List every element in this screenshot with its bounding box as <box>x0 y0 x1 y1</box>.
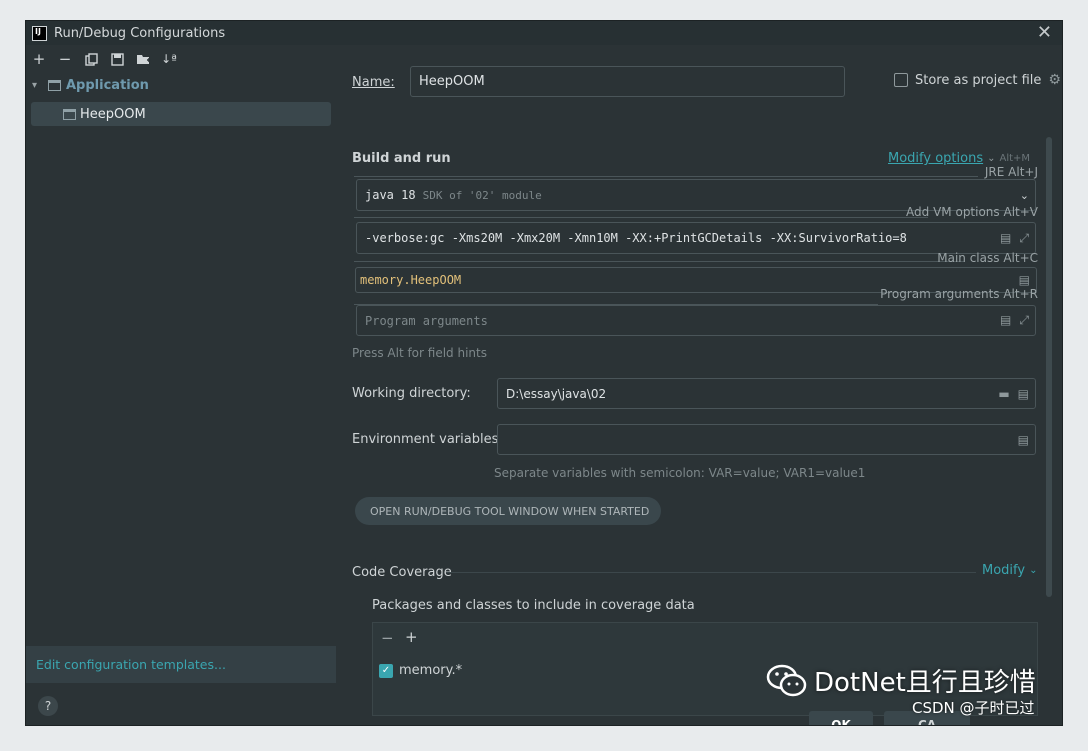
program-args-icons: ▤ ⤢ <box>1000 313 1029 328</box>
modify-coverage-link[interactable]: Modify ⌄ <box>982 563 1037 578</box>
vm-hint: Add VM options Alt+V <box>906 205 1038 219</box>
store-checkbox[interactable] <box>894 73 908 87</box>
save-icon[interactable] <box>104 48 130 70</box>
working-dir-input[interactable]: D:\essay\java\02 ▬ ▤ <box>497 378 1036 409</box>
config-tree: ▾ Application HeepOOM <box>26 73 336 685</box>
code-coverage-title: Code Coverage <box>352 565 452 580</box>
chevron-down-icon[interactable]: ⌄ <box>1020 189 1029 202</box>
modify-options-label: Modify options <box>888 151 984 166</box>
checkbox-checked-icon[interactable]: ✓ <box>379 663 393 678</box>
minus-icon[interactable]: − <box>381 629 394 647</box>
program-args-placeholder: Program arguments <box>365 313 488 328</box>
title-bar: IJ Run/Debug Configurations ✕ <box>26 21 1062 45</box>
vm-field-icons: ▤ ⤢ <box>1000 231 1029 246</box>
open-tool-window-option[interactable]: OPEN RUN/DEBUG TOOL WINDOW WHEN STARTED <box>355 497 661 525</box>
edit-templates-link[interactable]: Edit configuration templates... <box>26 646 336 683</box>
jre-value: java 18 <box>365 188 416 202</box>
folder-icon[interactable]: ▬ <box>998 387 1009 401</box>
modify-label: Modify <box>982 563 1026 578</box>
watermark-sub: CSDN @子时已过 <box>912 699 1035 717</box>
config-editor: Name: HeepOOM Store as project file ⚙ Bu… <box>336 47 1062 725</box>
working-dir-label: Working directory: <box>352 386 471 401</box>
env-help: Separate variables with semicolon: VAR=v… <box>494 466 866 480</box>
name-input[interactable]: HeepOOM <box>410 66 845 97</box>
main-class-value: memory.HeepOOM <box>360 273 462 287</box>
tree-item-label: HeepOOM <box>80 106 146 122</box>
chevron-down-icon[interactable]: ▾ <box>32 80 44 91</box>
copy-icon[interactable] <box>78 48 104 70</box>
add-icon[interactable]: + <box>26 48 52 70</box>
build-run-title: Build and run <box>352 151 451 166</box>
gear-icon[interactable]: ⚙ <box>1048 72 1061 88</box>
intellij-icon: IJ <box>32 25 47 41</box>
close-icon[interactable]: ✕ <box>1037 22 1052 43</box>
application-icon <box>63 108 76 120</box>
ok-button[interactable]: OK <box>809 711 873 725</box>
vm-options-input[interactable]: -verbose:gc -Xms20M -Xmx20M -Xmn10M -XX:… <box>356 222 1036 254</box>
application-icon <box>48 79 61 91</box>
env-icons: ▤ <box>1018 433 1029 447</box>
main-class-icons: ▤ <box>1019 273 1030 287</box>
tree-group-label: Application <box>66 77 149 93</box>
working-dir-value: D:\essay\java\02 <box>506 386 607 401</box>
coverage-pattern: memory.* <box>399 663 463 678</box>
config-toolbar: + − ↓ª <box>26 47 336 71</box>
window-title: Run/Debug Configurations <box>54 25 226 41</box>
env-input[interactable]: ▤ <box>497 424 1036 455</box>
chevron-down-icon: ⌄ <box>987 153 996 164</box>
store-label: Store as project file <box>915 72 1042 88</box>
tree-group-application[interactable]: ▾ Application <box>26 73 336 97</box>
env-label: Environment variables: <box>352 432 503 447</box>
watermark: DotNet且行且珍惜 <box>766 662 1036 699</box>
jre-sub: SDK of '02' module <box>422 188 542 202</box>
jre-hint: JRE Alt+J <box>984 165 1038 179</box>
sort-icon[interactable]: ↓ª <box>156 48 182 70</box>
expand-icon[interactable]: ⤢ <box>1019 231 1029 246</box>
wechat-logo <box>766 664 807 696</box>
document-icon[interactable]: ▤ <box>1018 433 1029 447</box>
add-icon[interactable]: + <box>405 628 418 646</box>
watermark-main: DotNet且行且珍惜 <box>814 668 1036 698</box>
document-icon[interactable]: ▤ <box>1019 273 1030 287</box>
jre-hint-line <box>354 176 978 177</box>
run-debug-dialog: IJ Run/Debug Configurations ✕ + − ↓ª ▾ A… <box>25 20 1063 726</box>
open-tool-window-label: OPEN RUN/DEBUG TOOL WINDOW WHEN STARTED <box>370 504 650 518</box>
name-label: Name: <box>352 75 395 90</box>
expand-icon[interactable]: ⤢ <box>1019 313 1029 328</box>
help-button[interactable]: ? <box>38 696 58 716</box>
store-as-project-file[interactable]: Store as project file ⚙ <box>894 72 1061 88</box>
field-hints-text: Press Alt for field hints <box>352 346 487 360</box>
coverage-separator <box>446 572 976 573</box>
document-icon[interactable]: ▤ <box>1018 387 1029 401</box>
document-icon[interactable]: ▤ <box>1000 313 1011 328</box>
chevron-down-icon: ⌄ <box>1029 565 1038 576</box>
modify-options-shortcut: Alt+M <box>999 153 1031 164</box>
vm-options-value: -verbose:gc -Xms20M -Xmx20M -Xmn10M -XX:… <box>365 231 907 245</box>
document-icon[interactable]: ▤ <box>1000 231 1011 246</box>
folder-add-icon[interactable] <box>130 48 156 70</box>
scrollbar[interactable] <box>1046 137 1052 597</box>
main-class-hint: Main class Alt+C <box>937 251 1038 265</box>
program-args-hint: Program arguments Alt+R <box>880 287 1038 301</box>
vm-hint-line <box>354 217 928 218</box>
program-args-input[interactable]: Program arguments ▤ ⤢ <box>356 305 1036 336</box>
coverage-packages-label: Packages and classes to include in cover… <box>372 598 695 613</box>
modify-options-link[interactable]: Modify options ⌄ Alt+M <box>888 151 1030 166</box>
tree-item-heepoom[interactable]: HeepOOM <box>31 102 331 126</box>
coverage-pattern-row[interactable]: ✓ memory.* <box>379 663 462 678</box>
working-dir-icons: ▬ ▤ <box>998 387 1029 401</box>
name-value: HeepOOM <box>419 74 485 89</box>
remove-icon[interactable]: − <box>52 48 78 70</box>
main-class-hint-line <box>354 261 964 262</box>
